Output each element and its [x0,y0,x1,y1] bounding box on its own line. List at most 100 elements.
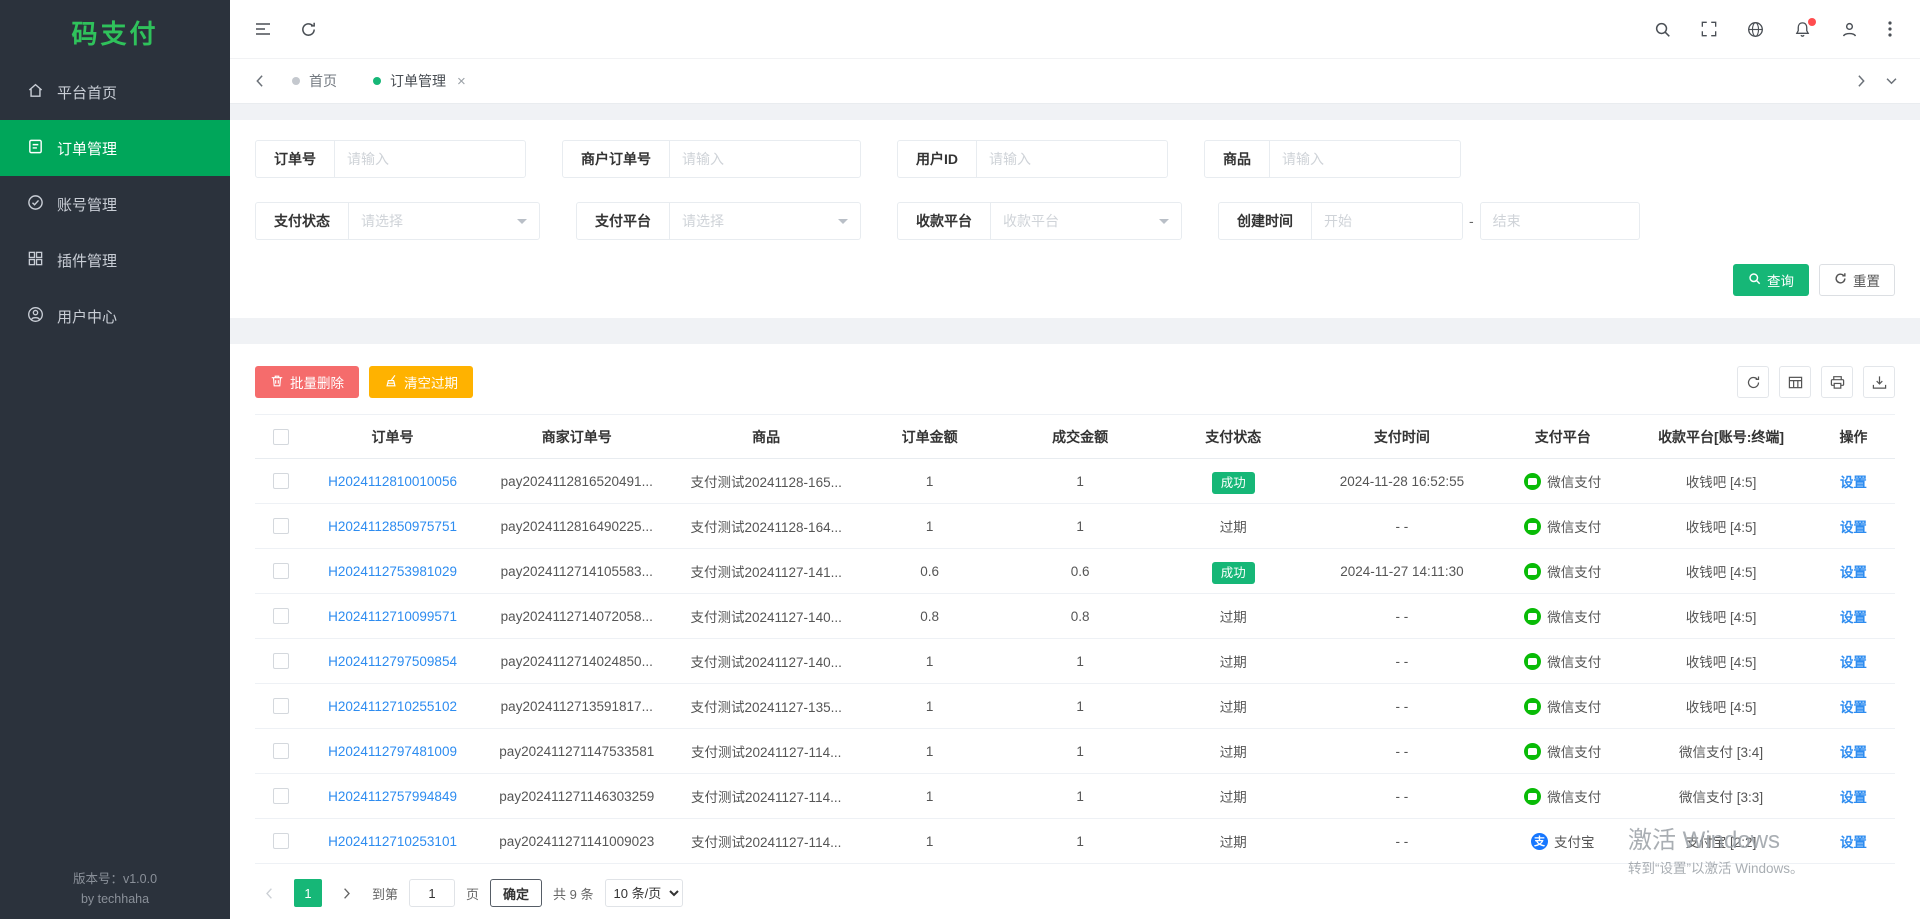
sidebar-item-orders[interactable]: 订单管理 [0,120,230,176]
row-checkbox[interactable] [273,563,289,579]
order-no-input[interactable] [335,141,525,177]
sidebar-item-accounts[interactable]: 账号管理 [0,176,230,232]
pay-time-cell: - - [1309,594,1496,639]
product-input[interactable] [1270,141,1460,177]
notification-bell-icon[interactable] [1794,21,1811,38]
query-button[interactable]: 查询 [1733,264,1809,296]
order-action-settings[interactable]: 设置 [1840,790,1867,805]
order-action-settings[interactable]: 设置 [1840,700,1867,715]
filter-label: 创建时间 [1219,203,1312,239]
order-amount-cell: 1 [857,639,1002,684]
row-checkbox[interactable] [273,833,289,849]
select-all-checkbox[interactable] [273,429,289,445]
sidebar-item-user-center[interactable]: 用户中心 [0,288,230,344]
order-number-link[interactable]: H2024112757994849 [328,789,457,804]
platform-label: 微信支付 [1547,651,1601,671]
order-number-link[interactable]: H2024112710255102 [328,699,457,714]
sidebar-item-plugins[interactable]: 插件管理 [0,232,230,288]
tab-close-icon[interactable]: × [457,73,466,90]
pay-platform-select[interactable]: 请选择 [670,203,860,239]
clear-expired-button[interactable]: 清空过期 [369,366,473,398]
row-checkbox[interactable] [273,473,289,489]
tab-scroll-left-icon[interactable] [244,59,274,103]
order-action-settings[interactable]: 设置 [1840,610,1867,625]
paid-amount-cell: 1 [1002,774,1158,819]
paid-amount-cell: 1 [1002,684,1158,729]
row-checkbox[interactable] [273,518,289,534]
row-checkbox[interactable] [273,653,289,669]
tab-scroll-right-icon[interactable] [1846,59,1876,103]
filter-label: 用户ID [898,141,977,177]
product-cell: 支付测试20241127-135... [675,684,857,729]
merchant-order-no-input[interactable] [670,141,860,177]
fullscreen-icon[interactable] [1701,21,1717,37]
order-number-link[interactable]: H2024112810010056 [328,474,457,489]
receive-platform-cell: 微信支付 [3:4] [1630,729,1812,774]
collapse-menu-icon[interactable] [254,20,272,38]
platform-label: 微信支付 [1547,606,1601,626]
row-checkbox[interactable] [273,698,289,714]
goto-page-input[interactable] [409,879,455,907]
end-date-input[interactable] [1480,202,1640,240]
refresh-page-icon[interactable] [300,21,317,38]
order-number-link[interactable]: H2024112710253101 [328,834,457,849]
page-size-select[interactable]: 10 条/页 [605,879,683,907]
prev-page-icon[interactable] [255,879,283,907]
product-cell: 支付测试20241127-114... [675,729,857,774]
batch-delete-button[interactable]: 批量删除 [255,366,359,398]
reset-button[interactable]: 重置 [1819,264,1895,296]
more-options-icon[interactable] [1888,21,1892,37]
user-avatar-icon[interactable] [1841,21,1858,38]
order-status: 过期 [1220,790,1247,805]
order-number-link[interactable]: H2024112850975751 [328,519,457,534]
order-action-settings[interactable]: 设置 [1840,835,1867,850]
order-amount-cell: 0.6 [857,549,1002,594]
tab-order-management[interactable]: 订单管理 × [355,59,484,103]
filter-create-time: 创建时间 - [1218,202,1640,240]
pay-status-select[interactable]: 请选择 [349,203,539,239]
order-number-link[interactable]: H2024112797481009 [328,744,457,759]
sidebar-item-home[interactable]: 平台首页 [0,64,230,120]
user-id-input[interactable] [977,141,1167,177]
order-action-settings[interactable]: 设置 [1840,520,1867,535]
merchant-order-no-cell: pay2024112714024850... [478,639,675,684]
start-date-input[interactable] [1312,203,1462,239]
next-page-icon[interactable] [333,879,361,907]
tab-menu-dropdown-icon[interactable] [1876,59,1906,103]
content-area: 订单号 商户订单号 用户ID 商品 [230,104,1920,919]
order-row: H2024112850975751 pay2024112816490225...… [255,504,1895,549]
row-checkbox[interactable] [273,608,289,624]
order-number-link[interactable]: H2024112710099571 [328,609,457,624]
order-action-settings[interactable]: 设置 [1840,565,1867,580]
receive-platform-select[interactable]: 收款平台 [991,203,1181,239]
print-icon[interactable] [1821,366,1853,398]
order-number-link[interactable]: H2024112797509854 [328,654,457,669]
receive-platform-cell: 收钱吧 [4:5] [1630,549,1812,594]
row-checkbox[interactable] [273,788,289,804]
order-amount-cell: 1 [857,684,1002,729]
table-refresh-icon[interactable] [1737,366,1769,398]
table-columns-icon[interactable] [1779,366,1811,398]
orders-table: 订单号 商家订单号 商品 订单金额 成交金额 支付状态 支付时间 支付平台 收款… [255,414,1895,864]
current-page[interactable]: 1 [294,879,322,907]
filter-pay-platform: 支付平台 请选择 [576,202,861,240]
export-icon[interactable] [1863,366,1895,398]
row-checkbox[interactable] [273,743,289,759]
notification-dot [1808,18,1816,26]
merchant-order-no-cell: pay202411271141009023 [478,819,675,864]
filter-label: 支付状态 [256,203,349,239]
language-globe-icon[interactable] [1747,21,1764,38]
home-icon [27,82,44,103]
order-action-settings[interactable]: 设置 [1840,655,1867,670]
order-row: H2024112710099571 pay2024112714072058...… [255,594,1895,639]
goto-confirm-button[interactable]: 确定 [490,879,542,907]
merchant-order-no-cell: pay202411271146303259 [478,774,675,819]
tab-home[interactable]: 首页 [274,59,355,103]
order-action-settings[interactable]: 设置 [1840,745,1867,760]
pay-platform-cell: 支付宝 [1495,831,1630,851]
order-action-settings[interactable]: 设置 [1840,475,1867,490]
pay-time-cell: 2024-11-28 16:52:55 [1309,459,1496,504]
main-area: 首页 订单管理 × 订单号 商户订单号 [230,0,1920,919]
order-number-link[interactable]: H2024112753981029 [328,564,457,579]
search-icon[interactable] [1654,21,1671,38]
